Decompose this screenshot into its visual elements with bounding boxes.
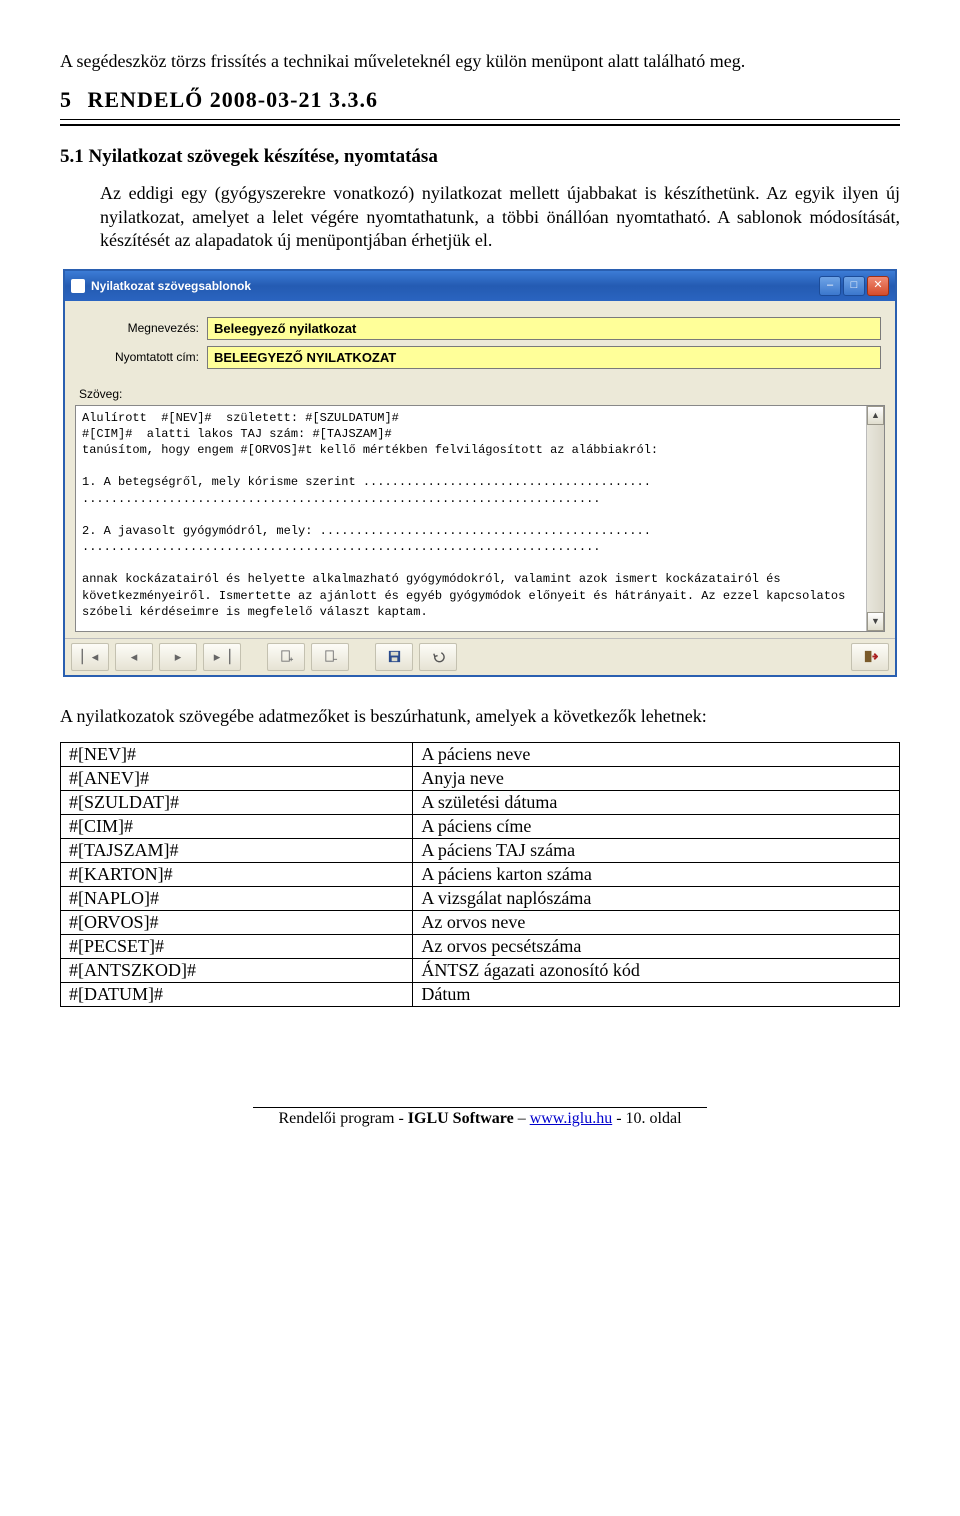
field-desc-cell: A páciens címe [413,814,900,838]
field-desc-cell: A vizsgálat naplószáma [413,886,900,910]
subsection-number: 5.1 [60,146,84,167]
dialog-window: Nyilatkozat szövegsablonok ‒ □ ✕ Megneve… [63,269,897,677]
field-desc-cell: A páciens neve [413,742,900,766]
undo-icon [431,649,446,664]
footer-dash: – [518,1110,526,1127]
next-record-button[interactable]: ▸ [159,643,197,671]
footer-rule [253,1107,707,1108]
body-paragraph-1: Az eddigi egy (gyógyszerekre vonatkozó) … [100,182,900,252]
section-heading: 5 RENDELŐ 2008-03-21 3.3.6 [60,87,900,113]
prev-record-button[interactable]: ◂ [115,643,153,671]
section-title: RENDELŐ 2008-03-21 3.3.6 [88,87,378,112]
table-row: #[NAPLO]#A vizsgálat naplószáma [61,886,900,910]
last-record-button[interactable]: ▸▕ [203,643,241,671]
window-titlebar[interactable]: Nyilatkozat szövegsablonok ‒ □ ✕ [65,271,895,301]
table-row: #[CIM]#A páciens címe [61,814,900,838]
footer-prefix: Rendelői program - [278,1110,403,1127]
undo-button[interactable] [419,643,457,671]
field-desc-cell: Anyja neve [413,766,900,790]
megnevezes-label: Megnevezés: [79,321,207,335]
app-icon [71,279,85,293]
scroll-up-icon[interactable]: ▲ [867,406,884,425]
subsection-heading: 5.1 Nyilatkozat szövegek készítése, nyom… [60,146,900,168]
form-area: Megnevezés: Nyomtatott cím: [65,301,895,381]
scroll-down-icon[interactable]: ▼ [867,612,884,631]
field-desc-cell: ÁNTSZ ágazati azonosító kód [413,958,900,982]
table-row: #[ANTSZKOD]#ÁNTSZ ágazati azonosító kód [61,958,900,982]
door-exit-icon [863,649,878,664]
close-button[interactable]: ✕ [867,276,889,296]
field-code-cell: #[TAJSZAM]# [61,838,413,862]
field-code-cell: #[KARTON]# [61,862,413,886]
field-desc-cell: Az orvos pecsétszáma [413,934,900,958]
szoveg-label: Szöveg: [65,381,895,401]
table-row: #[SZULDAT]#A születési dátuma [61,790,900,814]
subsection-title: Nyilatkozat szövegek készítése, nyomtatá… [89,146,438,167]
footer-suffix: - 10. oldal [616,1110,681,1127]
rule-thick [60,124,900,126]
field-code-cell: #[ANTSZKOD]# [61,958,413,982]
nyomcim-label: Nyomtatott cím: [79,350,207,364]
table-row: #[TAJSZAM]#A páciens TAJ száma [61,838,900,862]
nyomcim-input[interactable] [207,346,881,369]
body-paragraph-2: A nyilatkozatok szövegébe adatmezőket is… [60,705,900,728]
field-desc-cell: A születési dátuma [413,790,900,814]
table-row: #[ORVOS]#Az orvos neve [61,910,900,934]
field-code-cell: #[ORVOS]# [61,910,413,934]
megnevezes-input[interactable] [207,317,881,340]
field-desc-cell: Az orvos neve [413,910,900,934]
field-desc-cell: A páciens TAJ száma [413,838,900,862]
maximize-button[interactable]: □ [843,276,865,296]
document-plus-icon [279,649,294,664]
page-footer: Rendelői program - IGLU Software – www.i… [60,1107,900,1128]
footer-brand: IGLU Software [408,1110,514,1127]
fields-table: #[NEV]#A páciens neve#[ANEV]#Anyja neve#… [60,742,900,1007]
minimize-button[interactable]: ‒ [819,276,841,296]
table-row: #[KARTON]#A páciens karton száma [61,862,900,886]
table-row: #[PECSET]#Az orvos pecsétszáma [61,934,900,958]
footer-link[interactable]: www.iglu.hu [530,1110,613,1127]
scroll-track[interactable] [867,425,884,612]
table-row: #[ANEV]#Anyja neve [61,766,900,790]
intro-text: A segédeszköz törzs frissítés a technika… [60,50,900,73]
floppy-icon [387,649,402,664]
field-code-cell: #[CIM]# [61,814,413,838]
table-row: #[NEV]#A páciens neve [61,742,900,766]
exit-button[interactable] [851,643,889,671]
document-minus-icon [323,649,338,664]
field-desc-cell: Dátum [413,982,900,1006]
save-button[interactable] [375,643,413,671]
field-code-cell: #[DATUM]# [61,982,413,1006]
rule-thin [60,119,900,120]
field-code-cell: #[SZULDAT]# [61,790,413,814]
first-record-button[interactable]: ▏◂ [71,643,109,671]
field-code-cell: #[PECSET]# [61,934,413,958]
field-code-cell: #[ANEV]# [61,766,413,790]
template-textarea[interactable]: Alulírott #[NEV]# született: #[SZULDATUM… [76,406,866,631]
new-record-button[interactable] [267,643,305,671]
delete-record-button[interactable] [311,643,349,671]
record-toolbar: ▏◂ ◂ ▸ ▸▕ [65,638,895,675]
field-code-cell: #[NAPLO]# [61,886,413,910]
window-title: Nyilatkozat szövegsablonok [91,279,817,293]
section-number: 5 [60,87,72,112]
vertical-scrollbar[interactable]: ▲ ▼ [866,406,884,631]
table-row: #[DATUM]#Dátum [61,982,900,1006]
field-desc-cell: A páciens karton száma [413,862,900,886]
textarea-wrap: Alulírott #[NEV]# született: #[SZULDATUM… [75,405,885,632]
field-code-cell: #[NEV]# [61,742,413,766]
